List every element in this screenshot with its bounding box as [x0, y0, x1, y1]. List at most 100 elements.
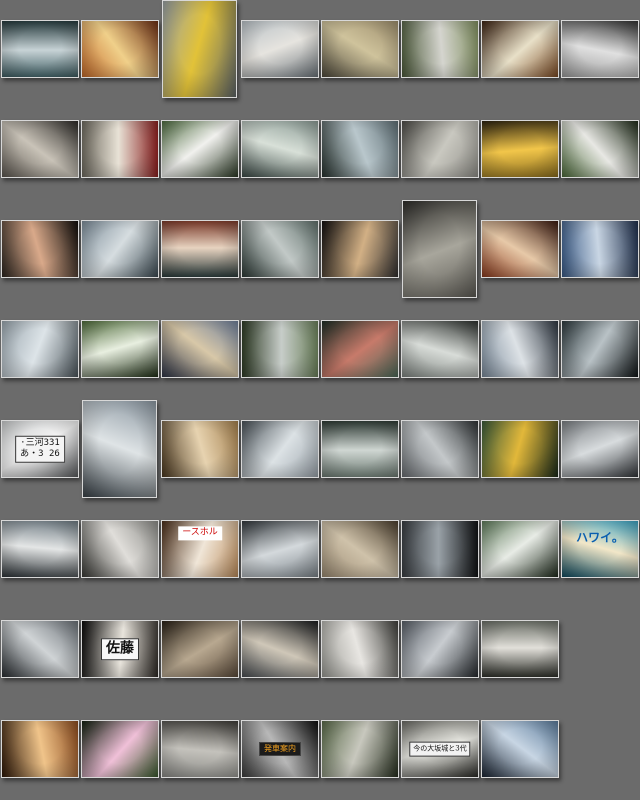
thumbnail-shading: [242, 121, 318, 177]
power-lines-sky-photo[interactable]: [241, 420, 319, 478]
parked-cars-street-photo[interactable]: [1, 620, 79, 678]
thumbnail-shading: [162, 721, 238, 777]
information-board-text-photo[interactable]: 今の大坂城と3代: [401, 720, 479, 778]
tall-tower-building-photo[interactable]: [241, 520, 319, 578]
thumbnail-shading: [163, 1, 236, 97]
river-landscape-photo[interactable]: [241, 220, 319, 278]
wooden-gate-entrance-photo[interactable]: [161, 620, 239, 678]
thumbnail-shading: [403, 201, 476, 297]
pond-reflection-photo[interactable]: [321, 320, 399, 378]
overcast-clouds-photo[interactable]: [401, 420, 479, 478]
apartment-building-photo[interactable]: [561, 420, 639, 478]
red-autumn-sculpture-photo[interactable]: [481, 220, 559, 278]
baseball-poster-photo[interactable]: ースホル: [161, 520, 239, 578]
woman-portrait-photo[interactable]: [1, 720, 79, 778]
cloudy-blue-sky-photo[interactable]: [561, 220, 639, 278]
thumbnail-text: 今の大坂城と3代: [409, 741, 471, 757]
person-tshirt-print-photo[interactable]: [321, 220, 399, 278]
thumbnail-shading: [322, 621, 398, 677]
city-skyline-photo[interactable]: [481, 320, 559, 378]
house-with-car-photo[interactable]: [82, 400, 157, 498]
framed-portrait-painting-photo[interactable]: [481, 20, 559, 78]
thumbnail-shading: [82, 121, 158, 177]
sato-nameplate-sign-photo[interactable]: 佐藤: [81, 620, 159, 678]
thumbnail-shading: [82, 521, 158, 577]
thumbnail-shading: [482, 721, 558, 777]
station-departure-board-photo[interactable]: 発車案内: [241, 720, 319, 778]
thumbnail-shading: [82, 321, 158, 377]
temple-gate-visitors-photo[interactable]: [321, 620, 399, 678]
thumbnail-shading: [322, 21, 398, 77]
castle-stone-wall-grass-photo[interactable]: [321, 720, 399, 778]
thumbnail-shading: [162, 421, 238, 477]
castle-and-trees-photo[interactable]: [321, 120, 399, 178]
stone-wall-visitor-photo[interactable]: [401, 120, 479, 178]
thumbnail-shading: [322, 521, 398, 577]
thumbnail-shading: [482, 621, 558, 677]
thumbnail-shading: [322, 421, 398, 477]
thumbnail-shading: [402, 621, 478, 677]
election-poster-wall-photo[interactable]: [81, 120, 159, 178]
thumbnail-shading: [2, 21, 78, 77]
stone-wall-closeup-photo[interactable]: [402, 200, 477, 298]
pool-sign-vacation-photo[interactable]: ハワイ。: [561, 520, 639, 578]
thumbnail-text: 佐藤: [101, 638, 139, 660]
thumbnail-shading: [2, 621, 78, 677]
tourists-with-map-photo[interactable]: [481, 620, 559, 678]
station-underpass-crowd-photo[interactable]: [241, 620, 319, 678]
hand-on-door-handle-photo[interactable]: [1, 220, 79, 278]
thumbnail-shading: [2, 121, 78, 177]
golden-shrine-display-photo[interactable]: [481, 120, 559, 178]
castle-silhouette-dusk-photo[interactable]: [481, 720, 559, 778]
pedestrian-signal-button-photo[interactable]: [162, 0, 237, 98]
waterfall-mist-photo[interactable]: [401, 320, 479, 378]
thumbnail-shading: [562, 21, 638, 77]
thumbnail-shading: [162, 121, 238, 177]
thumbnail-shading: [242, 221, 318, 277]
street-building-overpass-photo[interactable]: [241, 20, 319, 78]
thumbnail-shading: [82, 221, 158, 277]
thumbnail-shading: [2, 221, 78, 277]
river-boat-photo[interactable]: [561, 320, 639, 378]
ramen-bowl-photo[interactable]: [81, 20, 159, 78]
sun-through-trees-photo[interactable]: [81, 320, 159, 378]
thumbnail-shading: [562, 121, 638, 177]
thumbnail-shading: [562, 421, 638, 477]
castle-monochrome-photo[interactable]: [561, 20, 639, 78]
golden-dolphin-statue-photo[interactable]: [481, 420, 559, 478]
thumbnail-text: ースホル: [178, 526, 222, 540]
osaka-castle-white-photo[interactable]: [481, 520, 559, 578]
mirror-selfie-flash-photo[interactable]: [1, 20, 79, 78]
thumbnail-shading: [82, 21, 158, 77]
cloudy-sky-light-photo[interactable]: [401, 620, 479, 678]
car-license-plate-photo[interactable]: ·三河331 あ・3 26: [1, 420, 79, 478]
festival-stalls-photo[interactable]: [161, 220, 239, 278]
bookshelf-manga-photo[interactable]: [161, 320, 239, 378]
thumbnail-shading: [482, 521, 558, 577]
cardboard-box-label-photo[interactable]: [161, 420, 239, 478]
thumbnail-shading: [562, 221, 638, 277]
photo-thumbnail-grid: ·三河331 あ・3 26 ースホル ハワイ。佐藤発車案内 今の大坂城と3代: [0, 0, 640, 800]
thumbnail-shading: [162, 321, 238, 377]
utility-pole-sky-photo[interactable]: [1, 320, 79, 378]
thumbnail-shading: [402, 321, 478, 377]
shoes-at-entrance-photo[interactable]: [1, 120, 79, 178]
mirror-reflection-selfie-photo[interactable]: [321, 20, 399, 78]
thumbnail-shading: [242, 21, 318, 77]
park-children-walking-photo[interactable]: [401, 20, 479, 78]
riverside-walkway-photo[interactable]: [321, 420, 399, 478]
black-white-cat-photo[interactable]: [561, 120, 639, 178]
stone-pavement-insect-photo[interactable]: [321, 520, 399, 578]
street-white-van-photo[interactable]: [1, 520, 79, 578]
thumbnail-shading: [322, 221, 398, 277]
cyclist-riding-photo[interactable]: [81, 220, 159, 278]
dark-tunnel-curve-photo[interactable]: [401, 520, 479, 578]
thumbnail-shading: [83, 401, 156, 497]
pink-flower-closeup-photo[interactable]: [81, 720, 159, 778]
station-corridor-interior-photo[interactable]: [241, 120, 319, 178]
narrow-street-photo[interactable]: [81, 520, 159, 578]
green-field-horizon-photo[interactable]: [241, 320, 319, 378]
cicada-on-pavement-photo[interactable]: [161, 720, 239, 778]
thumbnail-shading: [402, 21, 478, 77]
man-holding-sign-photo[interactable]: [161, 120, 239, 178]
